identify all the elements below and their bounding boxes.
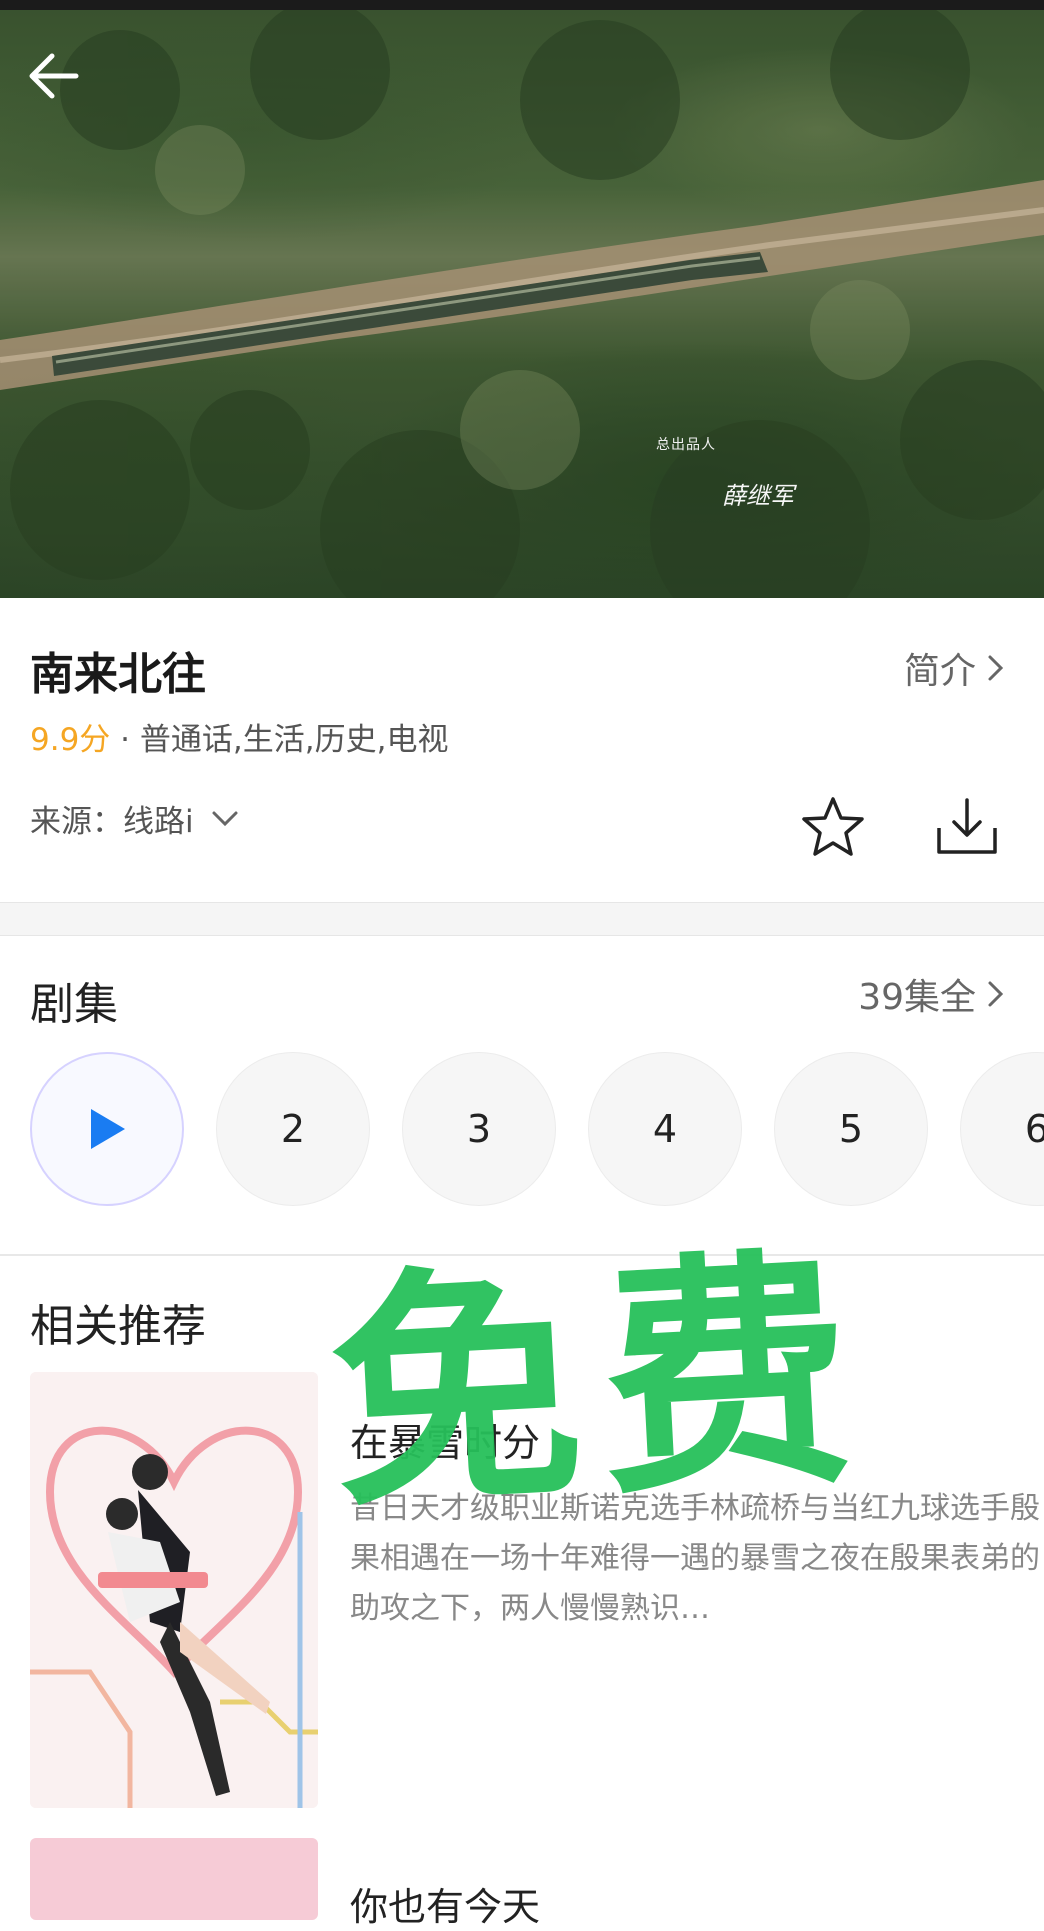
episodes-section: 剧集 39集全 2 3 4 5 6: [0, 936, 1044, 1254]
section-divider: [0, 1254, 1044, 1256]
download-icon: [937, 798, 997, 854]
episode-list: 2 3 4 5 6: [30, 1052, 1044, 1208]
episode-button[interactable]: 4: [588, 1052, 742, 1206]
episode-button[interactable]: 3: [402, 1052, 556, 1206]
section-divider: [0, 902, 1044, 936]
source-value: 线路i: [123, 804, 194, 840]
episode-button[interactable]: 5: [774, 1052, 928, 1206]
poster-image: [30, 1372, 318, 1808]
recommend-desc: 昔日天才级职业斯诺克选手林疏桥与当红九球选手殷果相遇在一场十年难得一遇的暴雪之夜…: [350, 1491, 1040, 1626]
show-title: 南来北往: [30, 649, 206, 700]
arrow-left-icon: [29, 53, 79, 99]
all-episodes-button[interactable]: 39集全: [858, 968, 1006, 1020]
episode-button[interactable]: 6: [960, 1052, 1044, 1206]
star-outline-icon: [802, 797, 864, 856]
favorite-button[interactable]: [800, 794, 866, 860]
show-meta: 9.9分 · 普通话,生活,历史,电视: [30, 714, 448, 759]
source-label: 来源：: [30, 804, 123, 840]
episode-button[interactable]: 2: [216, 1052, 370, 1206]
episode-current-play-button[interactable]: [30, 1052, 184, 1206]
recommend-item[interactable]: 在暴雪时分 昔日天才级职业斯诺克选手林疏桥与当红九球选手殷果相遇在一场十年难得一…: [30, 1372, 1044, 1812]
recommend-title: 相关推荐: [30, 1301, 206, 1352]
chevron-down-icon: [212, 811, 238, 826]
meta-separator: ·: [120, 722, 131, 758]
play-icon: [91, 1109, 125, 1149]
recommend-poster: [30, 1838, 318, 1920]
score: 9.9分: [30, 722, 111, 758]
episodes-count: 39集全: [858, 977, 976, 1018]
chevron-right-icon: [988, 655, 1004, 681]
recommend-item[interactable]: 你也有今天: [30, 1838, 1044, 1929]
status-bar: [0, 0, 1044, 10]
recommend-name: 你也有今天: [350, 1885, 541, 1929]
recommend-name: 在暴雪时分: [350, 1421, 541, 1465]
back-button[interactable]: [26, 48, 96, 108]
credit-role: 总出品人: [656, 437, 716, 453]
episodes-title: 剧集: [30, 979, 118, 1030]
download-button[interactable]: [934, 794, 1000, 860]
video-frame: [0, 10, 1044, 598]
intro-button[interactable]: 简介: [904, 642, 1006, 694]
show-tags: 普通话,生活,历史,电视: [139, 722, 449, 758]
source-selector[interactable]: 来源：线路i: [30, 796, 240, 841]
video-player[interactable]: 总出品人 薛继军: [0, 10, 1044, 598]
intro-label: 简介: [903, 651, 976, 692]
credit-name: 薛继军: [722, 482, 794, 510]
show-info: 南来北往 简介 9.9分 · 普通话,生活,历史,电视 来源：线路i: [0, 598, 1044, 902]
chevron-right-icon: [988, 981, 1004, 1007]
recommend-poster: [30, 1372, 318, 1808]
